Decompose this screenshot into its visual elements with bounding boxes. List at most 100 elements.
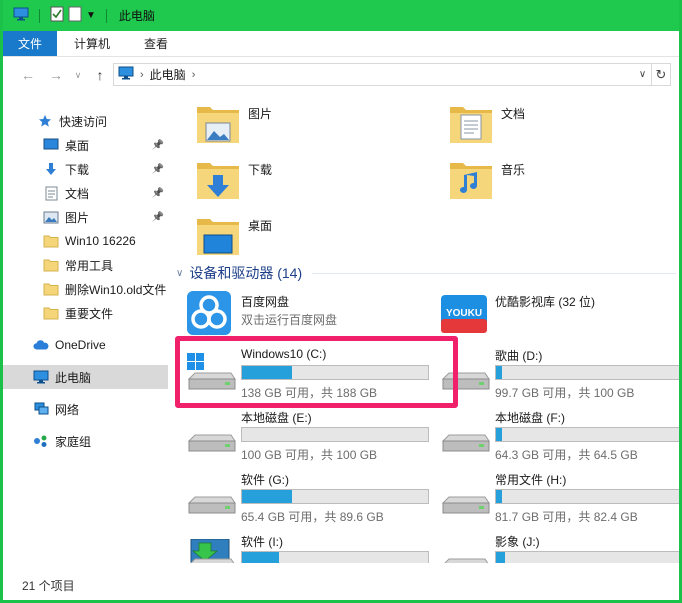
sidebar-item[interactable]: 快速访问: [3, 109, 168, 133]
star-icon: [37, 113, 53, 129]
folder-name: 下载: [248, 163, 273, 177]
computer-icon[interactable]: [13, 7, 29, 24]
sidebar-item[interactable]: Win10 16226: [3, 229, 168, 253]
sidebar-item[interactable]: 下载 📌: [3, 157, 168, 181]
toolbar-divider: [39, 8, 40, 23]
drive-item[interactable]: 软件 (I:)84.5 GB 可用，共 105 GB: [171, 529, 429, 563]
sidebar-item[interactable]: 重要文件: [3, 301, 168, 325]
pin-icon[interactable]: 📌: [152, 188, 164, 199]
computer-icon: [33, 369, 49, 385]
drive-space-info: 100 GB 可用，共 100 GB: [241, 448, 378, 462]
drive-usage-fill: [242, 490, 293, 503]
vertical-scrollbar[interactable]: [671, 93, 679, 563]
sidebar-item-label: 此电脑: [55, 370, 92, 385]
sidebar-item[interactable]: 删除Win10.old文件: [3, 277, 168, 301]
drive-usage-fill: [496, 428, 502, 441]
sidebar-item-label: 图片: [65, 210, 90, 225]
sidebar-item[interactable]: 文档 📌: [3, 181, 168, 205]
customize-toolbar-icon[interactable]: ▼: [86, 10, 96, 21]
drive-item[interactable]: 软件 (G:) 65.4 GB 可用，共 89.6 GB: [171, 467, 429, 524]
drive-usage-bar: [241, 427, 429, 442]
refresh-button[interactable]: ↻: [652, 67, 670, 83]
pin-icon[interactable]: 📌: [152, 212, 164, 223]
forward-button[interactable]: →: [45, 64, 67, 86]
content-pane: ∨ 设备和驱动器 (14) 图片 文档 下载 音乐 桌面 百度网盘 双击运行百度网盘 YOUK…: [171, 93, 679, 563]
app-description: 双击运行百度网盘: [241, 313, 338, 327]
app-name: 优酷影视库 (32 位): [495, 295, 596, 309]
svg-text:YOUKU: YOUKU: [446, 308, 482, 319]
title-bar: ▼ 此电脑: [3, 0, 679, 31]
app-name: 百度网盘: [241, 295, 290, 309]
devices-group-header[interactable]: ∨ 设备和驱动器 (14): [176, 263, 676, 283]
drive-name: 歌曲 (D:): [495, 349, 543, 363]
music-folder-icon: [447, 155, 495, 203]
chevron-down-icon[interactable]: ∨: [176, 268, 183, 279]
sidebar-item-label: 删除Win10.old文件: [65, 282, 167, 297]
tab-file[interactable]: 文件: [3, 31, 58, 56]
download-icon: [43, 161, 59, 177]
address-dropdown-button[interactable]: ∨: [634, 64, 652, 85]
address-bar[interactable]: › 此电脑 › ∨ ↻: [113, 63, 671, 86]
sidebar-item[interactable]: 网络: [3, 397, 168, 421]
pin-icon[interactable]: 📌: [152, 140, 164, 151]
tab-view[interactable]: 查看: [127, 31, 185, 56]
drive-space-info: 81.7 GB 可用，共 82.4 GB: [495, 510, 638, 524]
folder-item[interactable]: 文档: [429, 97, 649, 147]
sidebar-item-label: 快速访问: [59, 114, 108, 129]
sidebar-item[interactable]: OneDrive: [3, 333, 168, 357]
drive-usage-fill: [242, 552, 280, 563]
sidebar-item[interactable]: 图片 📌: [3, 205, 168, 229]
pin-icon[interactable]: 📌: [152, 164, 164, 175]
sidebar-item-label: 下载: [65, 162, 90, 177]
drive-item[interactable]: 歌曲 (D:) 99.7 GB 可用，共 100 GB: [425, 343, 679, 400]
navigation-pane: 快速访问 桌面 📌 下载 📌 文档 📌 图片 📌 Win10 16226 常用工具 删除Win10.o…: [3, 93, 168, 563]
breadcrumb-item[interactable]: 此电脑: [150, 66, 186, 83]
folder-item[interactable]: 音乐: [429, 153, 649, 203]
drive-usage-fill: [496, 552, 506, 563]
explorer-window: ▼ 此电脑 文件 计算机 查看 ← → ∨ ↑ › 此电脑 › ∨ ↻ 快速访问…: [0, 0, 682, 603]
folder-item[interactable]: 图片: [176, 97, 396, 147]
folder-item[interactable]: 桌面: [176, 209, 396, 259]
hard-drive-icon: [439, 415, 491, 455]
drive-item[interactable]: 影象 (J:)142 GB 可用，共 150 GB: [425, 529, 679, 563]
sidebar-item[interactable]: 桌面 📌: [3, 133, 168, 157]
computer-icon: [118, 66, 134, 83]
youku-icon: YOUKU: [439, 289, 491, 333]
breadcrumb-chevron-icon[interactable]: ›: [192, 69, 196, 81]
drive-item[interactable]: 本地磁盘 (E:) 100 GB 可用，共 100 GB: [171, 405, 429, 462]
drive-name: 影象 (J:): [495, 535, 540, 549]
sidebar-item-label: 家庭组: [55, 434, 92, 449]
drive-item[interactable]: 本地磁盘 (F:) 64.3 GB 可用，共 64.5 GB: [425, 405, 679, 462]
document-icon: [43, 185, 59, 201]
folder-icon: [43, 305, 59, 321]
breadcrumb-chevron-icon[interactable]: ›: [140, 69, 144, 81]
up-button[interactable]: ↑: [89, 64, 111, 86]
homegroup-icon: [33, 433, 49, 449]
downloads-folder-icon: [194, 155, 242, 203]
sidebar-item[interactable]: 家庭组: [3, 429, 168, 453]
sidebar-item[interactable]: 此电脑: [3, 365, 168, 389]
new-folder-icon[interactable]: [68, 6, 82, 25]
hard-drive-icon: [439, 539, 491, 563]
installer-drive-icon: [185, 538, 237, 563]
sidebar-item-label: 常用工具: [65, 258, 114, 273]
status-bar: 21 个项目: [3, 570, 679, 600]
drive-usage-bar: [241, 489, 429, 504]
properties-icon[interactable]: [50, 6, 64, 25]
toolbar-divider: [105, 8, 107, 23]
back-button[interactable]: ←: [17, 64, 39, 86]
app-item[interactable]: YOUKU 优酷影视库 (32 位): [425, 289, 679, 343]
sidebar-item[interactable]: 常用工具: [3, 253, 168, 277]
tab-computer[interactable]: 计算机: [57, 31, 127, 56]
recent-locations-button[interactable]: ∨: [67, 64, 89, 86]
drive-usage-fill: [496, 490, 502, 503]
drive-usage-bar: [241, 551, 429, 563]
cloud-icon: [33, 337, 49, 353]
folder-name: 音乐: [501, 163, 526, 177]
drive-item[interactable]: 常用文件 (H:) 81.7 GB 可用，共 82.4 GB: [425, 467, 679, 524]
navigation-bar: ← → ∨ ↑ › 此电脑 › ∨ ↻: [3, 57, 679, 93]
app-item[interactable]: 百度网盘双击运行百度网盘: [171, 289, 426, 343]
sidebar-item-label: 桌面: [65, 138, 90, 153]
folder-item[interactable]: 下载: [176, 153, 396, 203]
drive-space-info: 99.7 GB 可用，共 100 GB: [495, 386, 635, 400]
